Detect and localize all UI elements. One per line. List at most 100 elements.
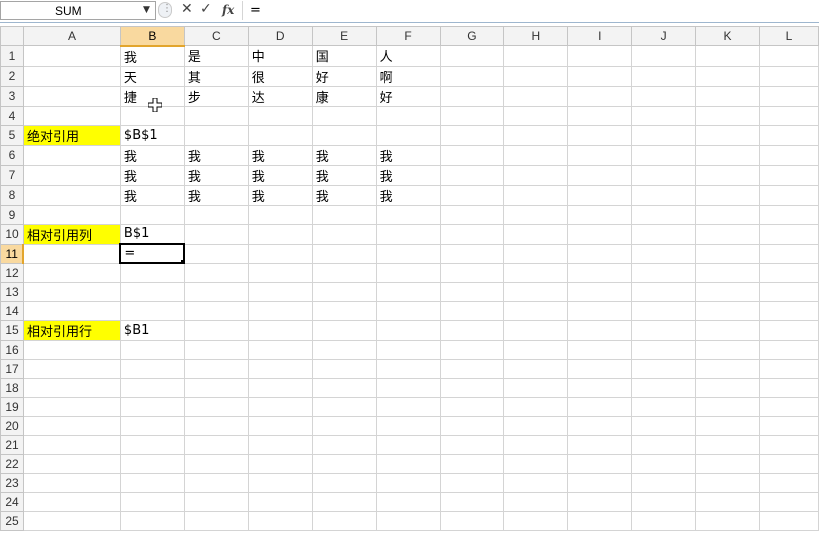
cell-j3[interactable] (631, 85, 697, 107)
cell-i17[interactable] (567, 358, 633, 379)
cell-b20[interactable] (119, 415, 185, 436)
cell-j1[interactable] (631, 45, 697, 67)
cell-l11[interactable] (758, 243, 819, 264)
cell-h20[interactable] (503, 415, 569, 436)
cell-b10[interactable]: B$1 (119, 223, 185, 245)
cell-g9[interactable] (439, 204, 505, 225)
cell-c5[interactable] (183, 124, 249, 146)
column-header-j[interactable]: J (631, 26, 697, 46)
cell-b24[interactable] (119, 491, 185, 512)
cell-b6[interactable]: 我 (119, 144, 185, 166)
cell-d11[interactable] (247, 243, 313, 264)
cell-i19[interactable] (567, 396, 633, 417)
cell-h8[interactable] (503, 184, 569, 206)
cell-b21[interactable] (119, 434, 185, 455)
cell-a12[interactable] (22, 262, 121, 283)
select-all-corner[interactable] (0, 26, 24, 46)
cell-f14[interactable] (375, 300, 441, 321)
cell-g23[interactable] (439, 472, 505, 493)
cell-h9[interactable] (503, 204, 569, 225)
cell-g3[interactable] (439, 85, 505, 107)
cell-c12[interactable] (183, 262, 249, 283)
column-header-a[interactable]: A (22, 26, 121, 46)
column-header-h[interactable]: H (503, 26, 569, 46)
cell-i8[interactable] (567, 184, 633, 206)
cell-a24[interactable] (22, 491, 121, 512)
cell-l10[interactable] (758, 223, 819, 245)
cell-e4[interactable] (311, 105, 377, 126)
cell-f19[interactable] (375, 396, 441, 417)
cell-a19[interactable] (22, 396, 121, 417)
cell-k14[interactable] (695, 300, 760, 321)
row-header-4[interactable]: 4 (0, 105, 24, 126)
cell-f22[interactable] (375, 453, 441, 474)
cell-d3[interactable]: 达 (247, 85, 313, 107)
cell-i6[interactable] (567, 144, 633, 166)
cell-h6[interactable] (503, 144, 569, 166)
row-header-2[interactable]: 2 (0, 65, 24, 87)
cell-e15[interactable] (311, 319, 377, 341)
cell-l3[interactable] (758, 85, 819, 107)
cell-k6[interactable] (695, 144, 760, 166)
cell-b2[interactable]: 天 (119, 65, 185, 87)
cell-k9[interactable] (695, 204, 760, 225)
cell-g19[interactable] (439, 396, 505, 417)
cell-d1[interactable]: 中 (247, 45, 313, 67)
row-header-19[interactable]: 19 (0, 396, 24, 417)
cell-l8[interactable] (758, 184, 819, 206)
cell-l13[interactable] (758, 281, 819, 302)
row-header-25[interactable]: 25 (0, 510, 24, 531)
cell-h14[interactable] (503, 300, 569, 321)
cell-l20[interactable] (758, 415, 819, 436)
cell-e17[interactable] (311, 358, 377, 379)
cell-k10[interactable] (695, 223, 760, 245)
cell-d16[interactable] (247, 339, 313, 360)
cell-d13[interactable] (247, 281, 313, 302)
cell-a16[interactable] (22, 339, 121, 360)
cell-l24[interactable] (758, 491, 819, 512)
row-header-20[interactable]: 20 (0, 415, 24, 436)
row-header-9[interactable]: 9 (0, 204, 24, 225)
cell-b13[interactable] (119, 281, 185, 302)
cell-g18[interactable] (439, 377, 505, 398)
cell-j25[interactable] (631, 510, 697, 531)
cell-k13[interactable] (695, 281, 760, 302)
cell-a20[interactable] (22, 415, 121, 436)
cell-d18[interactable] (247, 377, 313, 398)
cell-j16[interactable] (631, 339, 697, 360)
cell-e10[interactable] (311, 223, 377, 245)
cell-i24[interactable] (567, 491, 633, 512)
cell-f25[interactable] (375, 510, 441, 531)
row-header-22[interactable]: 22 (0, 453, 24, 474)
column-header-g[interactable]: G (439, 26, 505, 46)
cell-c21[interactable] (183, 434, 249, 455)
cell-j21[interactable] (631, 434, 697, 455)
cell-l21[interactable] (758, 434, 819, 455)
cell-a8[interactable] (22, 184, 121, 206)
cell-a14[interactable] (22, 300, 121, 321)
cell-c2[interactable]: 其 (183, 65, 249, 87)
cell-a11[interactable] (22, 243, 121, 264)
cell-i10[interactable] (567, 223, 633, 245)
cell-b17[interactable] (119, 358, 185, 379)
cell-h5[interactable] (503, 124, 569, 146)
cancel-icon[interactable]: ✕ (181, 1, 193, 17)
cell-g6[interactable] (439, 144, 505, 166)
cell-k2[interactable] (695, 65, 760, 87)
column-header-k[interactable]: K (695, 26, 760, 46)
cell-l23[interactable] (758, 472, 819, 493)
cell-j18[interactable] (631, 377, 697, 398)
cell-e21[interactable] (311, 434, 377, 455)
cell-h15[interactable] (503, 319, 569, 341)
cell-k8[interactable] (695, 184, 760, 206)
cell-l15[interactable] (758, 319, 819, 341)
cell-g8[interactable] (439, 184, 505, 206)
row-header-1[interactable]: 1 (0, 45, 24, 67)
cell-h18[interactable] (503, 377, 569, 398)
cell-c4[interactable] (183, 105, 249, 126)
cell-g22[interactable] (439, 453, 505, 474)
cell-e8[interactable]: 我 (311, 184, 377, 206)
cell-i13[interactable] (567, 281, 633, 302)
cell-j5[interactable] (631, 124, 697, 146)
cell-a22[interactable] (22, 453, 121, 474)
